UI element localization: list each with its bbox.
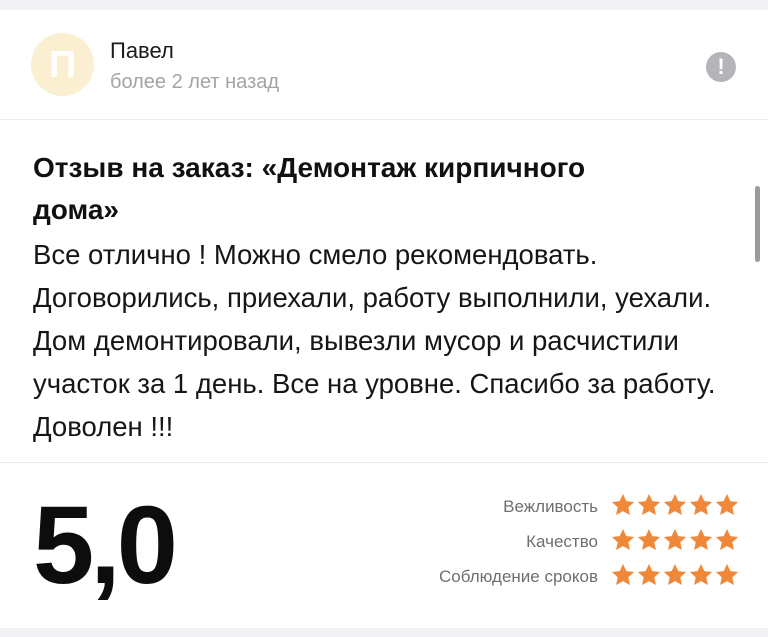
star-icon <box>662 492 688 518</box>
star-icon <box>714 527 740 553</box>
star-icon <box>662 527 688 553</box>
star-icon <box>610 527 636 553</box>
criteria-row-politeness: Вежливость <box>330 492 740 527</box>
scrollbar[interactable] <box>755 186 760 262</box>
rating-section: 5,0 Вежливость Качество Соблюдение сроко… <box>0 464 768 628</box>
star-icon <box>610 492 636 518</box>
review-text: Все отлично ! Можно смело рекомендовать.… <box>33 239 716 442</box>
rating-criteria: Вежливость Качество Соблюдение сроков <box>330 492 740 597</box>
star-icon <box>688 492 714 518</box>
avatar[interactable]: П <box>31 33 94 96</box>
star-icon <box>688 527 714 553</box>
star-icon <box>714 492 740 518</box>
star-icon <box>636 562 662 588</box>
exclamation-circle-icon[interactable]: ! <box>706 52 736 82</box>
review-title: Отзыв на заказ: «Демонтаж кирпичного дом… <box>33 152 586 225</box>
criteria-label: Вежливость <box>503 497 598 516</box>
star-icon <box>636 492 662 518</box>
star-rating <box>610 562 740 588</box>
star-rating <box>610 492 740 518</box>
criteria-row-deadlines: Соблюдение сроков <box>330 562 740 597</box>
star-icon <box>662 562 688 588</box>
overall-rating: 5,0 <box>33 484 178 607</box>
review-date: более 2 лет назад <box>110 71 280 93</box>
star-icon <box>688 562 714 588</box>
author-name[interactable]: Павел <box>110 38 174 64</box>
review-header: П Павел более 2 лет назад ! <box>0 10 768 120</box>
criteria-label: Соблюдение сроков <box>439 567 598 586</box>
star-rating <box>610 527 740 553</box>
avatar-letter: П <box>48 43 77 86</box>
criteria-label: Качество <box>526 532 598 551</box>
review-body: Отзыв на заказ: «Демонтаж кирпичного дом… <box>0 121 768 463</box>
criteria-row-quality: Качество <box>330 527 740 562</box>
star-icon <box>714 562 740 588</box>
star-icon <box>636 527 662 553</box>
review-card: П Павел более 2 лет назад ! Отзыв на зак… <box>0 10 768 628</box>
star-icon <box>610 562 636 588</box>
